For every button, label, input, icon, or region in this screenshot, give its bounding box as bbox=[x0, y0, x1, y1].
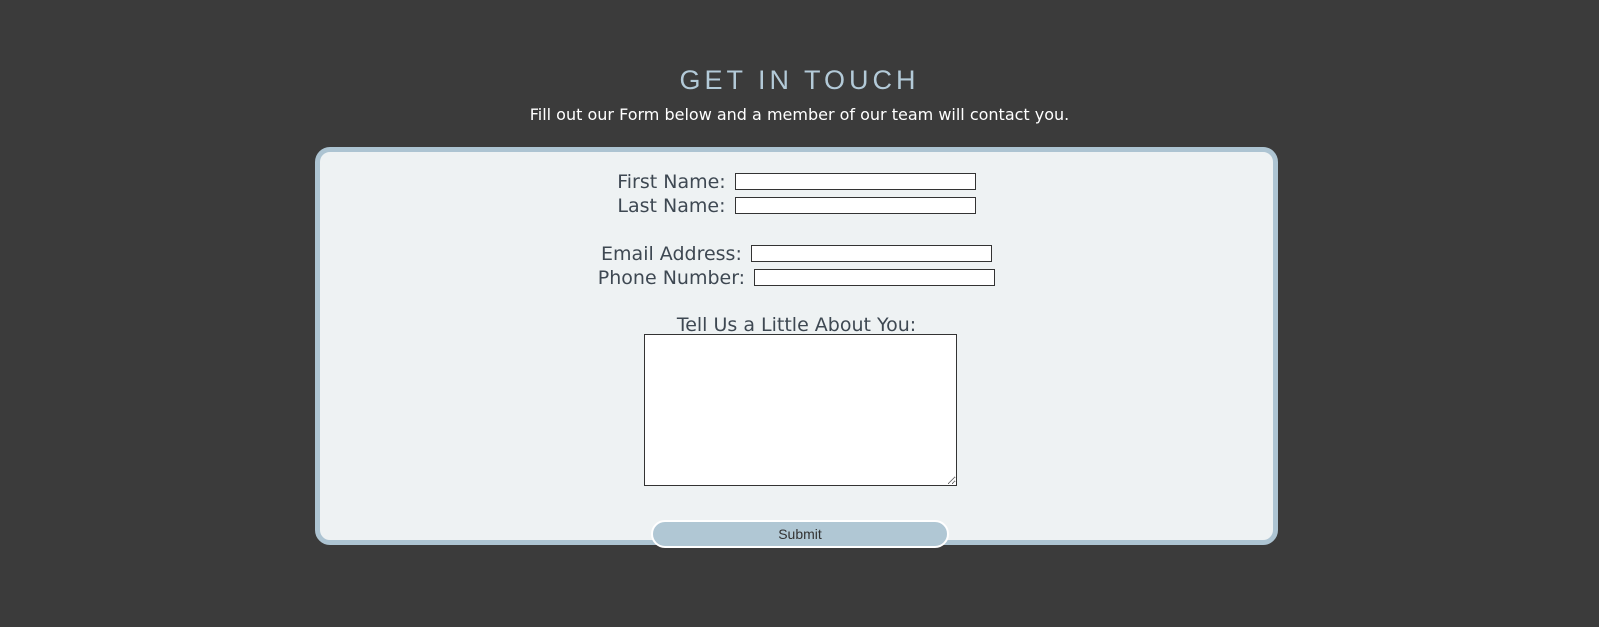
last-name-input[interactable] bbox=[734, 197, 976, 214]
contact-page: GET IN TOUCH Fill out our Form below and… bbox=[0, 0, 1599, 627]
phone-row: Phone Number: bbox=[320, 265, 1273, 289]
email-label: Email Address: bbox=[601, 242, 742, 265]
submit-button[interactable]: Submit bbox=[651, 520, 949, 548]
last-name-label: Last Name: bbox=[617, 194, 726, 217]
email-row: Email Address: bbox=[320, 241, 1273, 265]
email-input[interactable] bbox=[750, 245, 992, 262]
first-name-input[interactable] bbox=[734, 173, 976, 190]
contact-form: First Name: Last Name: Email Address: Ph… bbox=[315, 147, 1278, 548]
first-name-label: First Name: bbox=[617, 170, 726, 193]
phone-input[interactable] bbox=[754, 269, 996, 286]
page-title: GET IN TOUCH bbox=[679, 65, 920, 95]
first-name-row: First Name: bbox=[320, 169, 1273, 193]
about-textarea[interactable] bbox=[644, 334, 957, 486]
phone-label: Phone Number: bbox=[597, 266, 746, 289]
page-subtitle: Fill out our Form below and a member of … bbox=[529, 105, 1070, 124]
last-name-row: Last Name: bbox=[320, 193, 1273, 217]
